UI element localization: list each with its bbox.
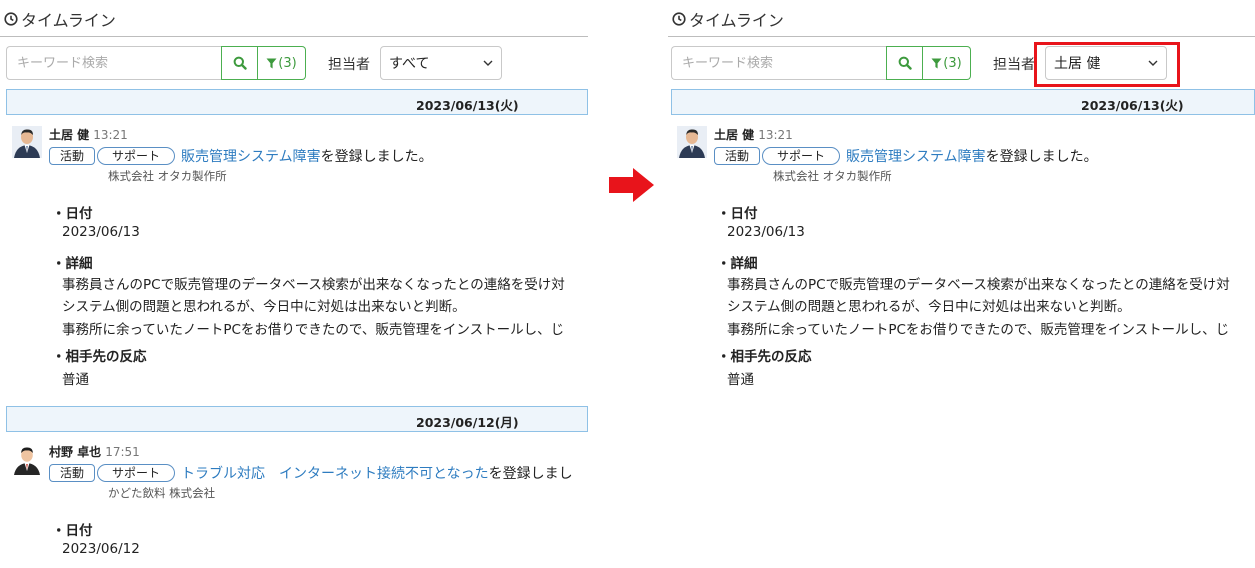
- field-detail-line: 事務員さんのPCで販売管理のデータベース検索が出来なくなったとの連絡を受け対: [62, 277, 565, 293]
- filter-icon: [266, 58, 277, 68]
- field-detail-line: 事務所に余っていたノートPCをお借りできたので、販売管理をインストールし、じ: [62, 322, 565, 338]
- highlight-box: [1034, 42, 1180, 87]
- date-separator: 2023/06/13(火): [6, 89, 588, 115]
- field-detail-line: システム側の問題と思われるが、今日中に対処は出来ないと判断。: [727, 299, 1131, 315]
- search-icon: [233, 56, 247, 70]
- entry-tags: 活動 サポート 販売管理システム障害 を登録しました。: [714, 146, 1098, 166]
- timeline-title: タイムライン: [689, 11, 784, 30]
- entry-link[interactable]: 販売管理システム障害: [181, 146, 321, 166]
- header-divider: [668, 36, 1255, 37]
- entry-tags: 活動 サポート 販売管理システム障害 を登録しました。: [49, 146, 433, 166]
- entry-suffix: を登録しまし: [488, 466, 573, 482]
- field-detail-line: 事務所に余っていたノートPCをお借りできたので、販売管理をインストールし、じ: [727, 322, 1230, 338]
- field-date-label: ・日付: [52, 206, 93, 222]
- tag-support: サポート: [762, 147, 841, 165]
- tag-activity: 活動: [49, 464, 96, 482]
- clock-icon: [672, 12, 686, 26]
- filter-count: (3): [943, 55, 962, 71]
- entry-suffix: を登録しました。: [320, 149, 433, 165]
- search-button[interactable]: [221, 46, 258, 80]
- field-detail-line: 事務員さんのPCで販売管理のデータベース検索が出来なくなったとの連絡を受け対: [727, 277, 1230, 293]
- field-reaction-label: ・相手先の反応: [52, 349, 147, 365]
- timeline-header: タイムライン: [672, 7, 784, 31]
- date-separator: 2023/06/12(月): [6, 406, 588, 432]
- entry-time: 13:21: [758, 128, 793, 142]
- date-separator: 2023/06/13(火): [671, 89, 1255, 115]
- search-icon: [898, 56, 912, 70]
- field-date-value: 2023/06/12: [62, 541, 140, 557]
- field-detail-label: ・詳細: [52, 256, 93, 272]
- date-label: 2023/06/12(月): [416, 415, 519, 430]
- filter-button[interactable]: (3): [258, 46, 306, 80]
- field-date-label: ・日付: [52, 523, 93, 539]
- field-date-label: ・日付: [717, 206, 758, 222]
- date-label: 2023/06/13(火): [416, 98, 519, 113]
- tag-support: サポート: [97, 464, 176, 482]
- avatar: [677, 126, 707, 158]
- field-reaction-value: 普通: [62, 372, 89, 388]
- tag-support: サポート: [97, 147, 176, 165]
- tag-activity: 活動: [49, 147, 96, 165]
- author-name: 土居 健: [49, 128, 90, 142]
- field-detail-label: ・詳細: [717, 256, 758, 272]
- timeline-title: タイムライン: [21, 11, 116, 30]
- author-name: 村野 卓也: [49, 445, 102, 459]
- field-reaction-label: ・相手先の反応: [717, 349, 812, 365]
- entry-company: 株式会社 オタカ製作所: [108, 169, 227, 183]
- filter-icon: [931, 58, 942, 68]
- timeline-header: タイムライン: [4, 7, 116, 31]
- entry-company: かどた飲料 株式会社: [108, 486, 216, 500]
- keyword-search-input[interactable]: [6, 46, 221, 80]
- entry-suffix: を登録しました。: [985, 149, 1098, 165]
- timeline-panel-before: タイムライン (3) 担当者 すべて 2023/06/13(火): [0, 0, 588, 568]
- entry-link[interactable]: 販売管理システム障害: [846, 146, 986, 166]
- field-date-value: 2023/06/13: [62, 224, 140, 240]
- keyword-search-input[interactable]: [671, 46, 886, 80]
- entry-time: 17:51: [105, 445, 140, 459]
- assignee-label: 担当者: [328, 57, 370, 73]
- author-name: 土居 健: [714, 128, 755, 142]
- entry-author: 村野 卓也 17:51: [49, 443, 140, 460]
- avatar: [12, 443, 42, 475]
- tag-activity: 活動: [714, 147, 761, 165]
- filter-count: (3): [278, 55, 297, 71]
- entry-company: 株式会社 オタカ製作所: [773, 169, 892, 183]
- entry-tags: 活動 サポート トラブル対応 インターネット接続不可となった を登録しまし: [49, 463, 573, 483]
- entry-time: 13:21: [93, 128, 128, 142]
- entry-link[interactable]: トラブル対応 インターネット接続不可となった: [181, 463, 489, 483]
- assignee-select[interactable]: すべて: [380, 46, 502, 80]
- field-detail-line: システム側の問題と思われるが、今日中に対処は出来ないと判断。: [62, 299, 466, 315]
- filter-button[interactable]: (3): [923, 46, 971, 80]
- entry-author: 土居 健 13:21: [714, 126, 793, 143]
- avatar: [12, 126, 42, 158]
- search-button[interactable]: [886, 46, 923, 80]
- field-date-value: 2023/06/13: [727, 224, 805, 240]
- field-reaction-value: 普通: [727, 372, 754, 388]
- assignee-label: 担当者: [993, 57, 1035, 73]
- entry-author: 土居 健 13:21: [49, 126, 128, 143]
- clock-icon: [4, 12, 18, 26]
- timeline-panel-after: タイムライン (3) 担当者 土居 健 2023/06/13(火): [668, 0, 1255, 568]
- date-label: 2023/06/13(火): [1081, 98, 1184, 113]
- header-divider: [0, 36, 588, 37]
- chevron-down-icon: [483, 60, 493, 66]
- assignee-selected-value: すべて: [389, 56, 430, 72]
- arrow-right-icon: [609, 168, 654, 202]
